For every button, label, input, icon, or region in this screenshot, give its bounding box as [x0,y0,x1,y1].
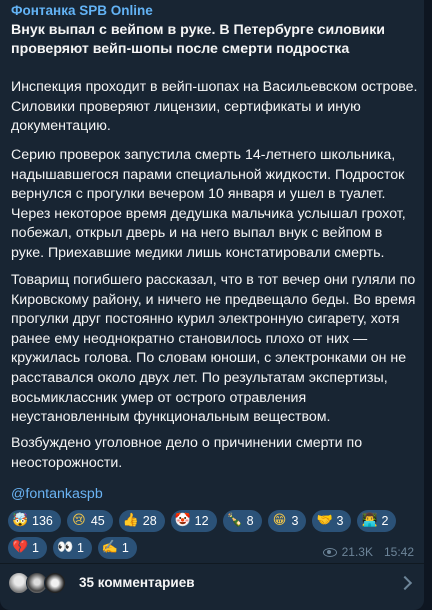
beaming-face-icon: 😁 [272,513,287,528]
commenter-avatars [8,572,72,596]
reaction-chip[interactable]: 😁 3 [267,510,307,532]
handshake-icon: 🤝 [316,513,333,528]
post-time: 15:42 [383,545,414,559]
reaction-count: 136 [32,514,53,528]
comments-button[interactable]: 35 комментариев [0,564,424,604]
reaction-count: 8 [246,514,254,528]
clown-face-icon: 🤡 [174,513,191,528]
post-paragraph: Товарищ погибшего рассказал, что в тот в… [11,272,416,426]
channel-post: Фонтанка SPB Online Внук выпал с вейпом … [0,0,424,610]
reaction-chip[interactable]: ✍️ 1 [97,537,137,559]
scrollbar[interactable] [426,0,432,610]
avatar [44,572,66,594]
champagne-icon: 🍾 [226,513,243,528]
thumbs-up-icon: 👍 [122,513,139,528]
man-technologist-icon: 👨‍💻 [361,513,378,528]
eye-icon [322,547,337,557]
reaction-chip[interactable]: 👨‍💻 2 [357,510,397,532]
post-paragraph: Инспекция проходит в вейп-шопах на Васил… [11,79,418,135]
crying-face-icon: 😢 [72,513,86,528]
reaction-count: 45 [90,514,105,528]
reaction-count: 1 [121,541,129,555]
chevron-right-icon [397,575,413,591]
reaction-chip[interactable]: 🤯 136 [8,510,61,532]
reaction-chip[interactable]: 👀 1 [52,537,92,559]
reaction-count: 3 [291,514,299,528]
view-count: 21.3K [341,545,373,559]
reaction-chip[interactable]: 🤡 12 [170,510,217,532]
reaction-count: 2 [381,514,389,528]
reaction-count: 28 [142,514,157,528]
reaction-chip[interactable]: 🤝 3 [312,510,352,532]
comments-count-label: 35 комментариев [79,575,195,590]
reaction-count: 1 [76,541,84,555]
reaction-chip[interactable]: 💔 1 [8,537,47,559]
reactions-row: 💔 1 👀 1 ✍️ 1 [8,537,137,559]
reactions-row: 🤯 136 😢 45 👍 28 🤡 12 🍾 8 😁 3 🤝 3 👨‍💻 2 [8,510,397,532]
exploding-head-icon: 🤯 [12,513,29,528]
channel-name[interactable]: Фонтанка SPB Online [11,3,153,18]
reaction-count: 1 [32,541,39,555]
post-headline: Внук выпал с вейпом в руке. В Петербурге… [11,22,386,57]
reaction-chip[interactable]: 👍 28 [118,510,165,532]
eyes-icon: 👀 [56,540,74,555]
reaction-chip[interactable]: 🍾 8 [222,510,262,532]
post-paragraph: Серию проверок запустила смерть 14-летне… [11,147,406,261]
post-paragraph: Возбуждено уголовное дело о причинении с… [11,435,363,471]
post-meta: 21.3K 15:42 [322,545,414,559]
writing-hand-icon: ✍️ [101,540,119,555]
channel-mention-link[interactable]: @fontankaspb [11,486,103,502]
reaction-chip[interactable]: 😢 45 [66,510,113,532]
reaction-count: 12 [194,514,209,528]
broken-heart-icon: 💔 [12,540,29,555]
reaction-count: 3 [336,514,344,528]
